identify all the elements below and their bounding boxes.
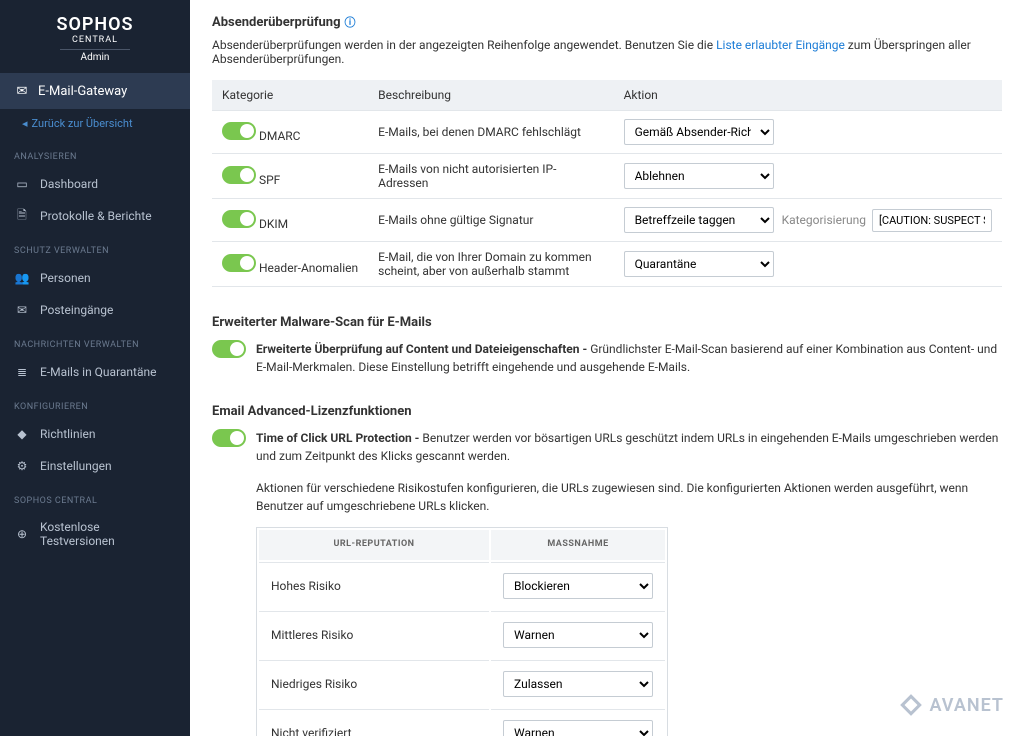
people-icon: 👥 xyxy=(14,270,30,286)
list-icon: ≣ xyxy=(14,364,30,380)
toggle-spf[interactable] xyxy=(222,166,256,184)
th-beschreibung: Beschreibung xyxy=(368,80,613,111)
url-row-low: Niedriges RisikoZulassen xyxy=(259,660,665,707)
th-aktion: Aktion xyxy=(614,80,1002,111)
toggle-dkim[interactable] xyxy=(222,210,256,228)
envelope-icon: ✉ xyxy=(14,83,30,99)
brand-role: Admin xyxy=(60,49,130,63)
nav-active-item[interactable]: ✉ E-Mail-Gateway xyxy=(0,73,190,109)
sender-check-title: Absenderüberprüfung ⓘ xyxy=(212,14,1002,30)
url-row-high: Hohes RisikoBlockieren xyxy=(259,562,665,609)
row-header-anomalien: Header-Anomalien E-Mail, die von Ihrer D… xyxy=(212,242,1002,287)
nav-dashboard[interactable]: ▭Dashboard xyxy=(0,168,190,200)
sender-check-table: Kategorie Beschreibung Aktion DMARC E-Ma… xyxy=(212,80,1002,287)
row-dmarc: DMARC E-Mails, bei denen DMARC fehlschlä… xyxy=(212,111,1002,154)
dashboard-icon: ▭ xyxy=(14,176,30,192)
brand-logo: SOPHOS CENTRAL Admin xyxy=(0,0,190,73)
nav-personen[interactable]: 👥Personen xyxy=(0,262,190,294)
info-icon[interactable]: ⓘ xyxy=(345,14,356,30)
select-spf-action[interactable]: Ablehnen xyxy=(624,163,774,189)
gear-icon: ⚙ xyxy=(14,458,30,474)
select-dkim-action[interactable]: Betreffzeile taggen xyxy=(624,207,774,233)
select-dmarc-action[interactable]: Gemäß Absender-Richtlinie xyxy=(624,119,774,145)
select-med-risk[interactable]: Warnen xyxy=(503,622,653,648)
url-reputation-table: URL-REPUTATION MASSNAHME Hohes RisikoBlo… xyxy=(256,527,668,736)
nav-section-nachrichten: NACHRICHTEN VERWALTEN xyxy=(0,326,190,356)
sidebar: SOPHOS CENTRAL Admin ✉ E-Mail-Gateway ◂ … xyxy=(0,0,190,736)
toggle-malware[interactable] xyxy=(212,340,246,358)
toggle-header[interactable] xyxy=(222,254,256,272)
th-kategorie: Kategorie xyxy=(212,80,368,111)
select-header-action[interactable]: Quarantäne xyxy=(624,251,774,277)
select-high-risk[interactable]: Blockieren xyxy=(503,573,653,599)
url-row-unverified: Nicht verifiziertWarnen xyxy=(259,709,665,736)
toggle-dmarc[interactable] xyxy=(222,122,256,140)
sender-check-intro: Absenderüberprüfungen werden in der ange… xyxy=(212,38,1002,66)
document-icon: 🗎 xyxy=(14,208,30,224)
select-unverified[interactable]: Warnen xyxy=(503,720,653,736)
nav-protokolle[interactable]: 🗎Protokolle & Berichte xyxy=(0,200,190,232)
row-spf: SPF E-Mails von nicht autorisierten IP-A… xyxy=(212,154,1002,199)
toc-desc: Time of Click URL Protection - Benutzer … xyxy=(256,429,1002,736)
row-dkim: DKIM E-Mails ohne gültige Signatur Betre… xyxy=(212,199,1002,242)
nav-posteingaenge[interactable]: ✉Posteingänge xyxy=(0,294,190,326)
chevron-left-icon: ◂ xyxy=(22,117,28,130)
nav-section-schutz: SCHUTZ VERWALTEN xyxy=(0,232,190,262)
allowed-list-link[interactable]: Liste erlaubter Eingänge xyxy=(716,38,845,52)
nav-back-label: Zurück zur Übersicht xyxy=(32,117,133,130)
nav-einstellungen[interactable]: ⚙Einstellungen xyxy=(0,450,190,482)
nav-quarantaene[interactable]: ≣E-Mails in Quarantäne xyxy=(0,356,190,388)
brand-name: SOPHOS xyxy=(0,14,190,35)
nav-section-analysieren: ANALYSIEREN xyxy=(0,138,190,168)
malware-desc: Erweiterte Überprüfung auf Content und D… xyxy=(256,340,1002,376)
nav-testversionen[interactable]: ⊕Kostenlose Testversionen xyxy=(0,512,190,556)
select-low-risk[interactable]: Zulassen xyxy=(503,671,653,697)
nav-section-konfigurieren: KONFIGURIEREN xyxy=(0,388,190,418)
kat-label: Kategorisierung xyxy=(782,213,866,227)
nav-active-label: E-Mail-Gateway xyxy=(38,84,127,99)
inbox-icon: ✉ xyxy=(14,302,30,318)
watermark: AVANET xyxy=(898,692,1004,718)
nav-back-link[interactable]: ◂ Zurück zur Übersicht xyxy=(0,109,190,138)
avanet-logo-icon xyxy=(898,692,924,718)
nav-section-central: SOPHOS CENTRAL xyxy=(0,482,190,512)
nav-richtlinien[interactable]: ◆Richtlinien xyxy=(0,418,190,450)
brand-sub: CENTRAL xyxy=(0,35,190,45)
shield-icon: ◆ xyxy=(14,426,30,442)
kat-input[interactable] xyxy=(872,209,992,232)
th-url-rep: URL-REPUTATION xyxy=(259,530,489,560)
toggle-toc[interactable] xyxy=(212,429,246,447)
main-content: Absenderüberprüfung ⓘ Absenderüberprüfun… xyxy=(190,0,1024,736)
malware-title: Erweiterter Malware-Scan für E-Mails xyxy=(212,315,1002,330)
plus-circle-icon: ⊕ xyxy=(14,526,30,542)
url-row-med: Mittleres RisikoWarnen xyxy=(259,611,665,658)
th-massnahme: MASSNAHME xyxy=(491,530,665,560)
advanced-title: Email Advanced-Lizenzfunktionen xyxy=(212,404,1002,419)
